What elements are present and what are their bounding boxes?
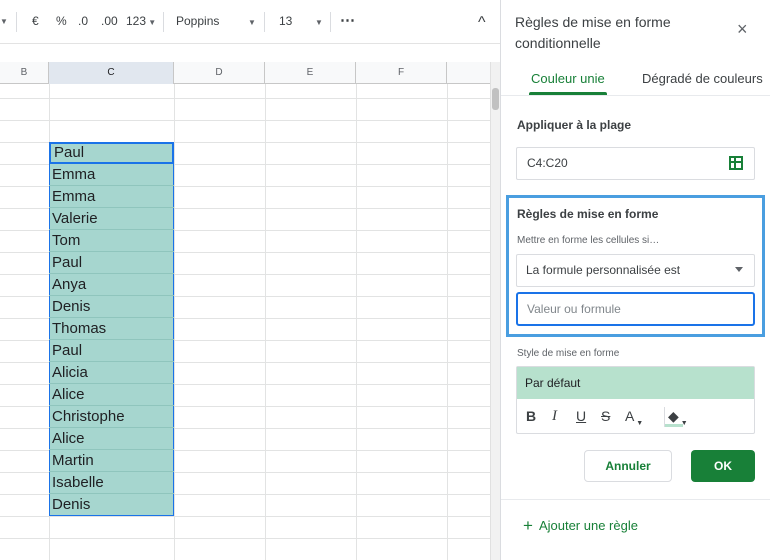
column-header-f[interactable]: F [356, 62, 447, 84]
apply-range-label: Appliquer à la plage [517, 118, 632, 132]
divider [501, 95, 770, 96]
chevron-down-icon[interactable]: ▼ [315, 18, 323, 27]
vertical-scrollbar[interactable] [490, 62, 500, 560]
column-headers: B C D E F [0, 62, 500, 84]
cell-c6[interactable]: Emma [49, 186, 174, 208]
chevron-down-icon: ▼ [634, 420, 644, 427]
style-preview[interactable]: Par défaut [517, 367, 754, 399]
cell-c14[interactable]: Alicia [49, 362, 174, 384]
more-formats-label: 123 [126, 14, 147, 28]
cell-c15[interactable]: Alice [49, 384, 174, 406]
toolbar-dropdown-caret[interactable]: ▼ [0, 13, 8, 27]
grid-line [0, 98, 490, 99]
conditional-format-panel: Règles de mise en forme conditionnelle ×… [500, 0, 770, 560]
cell-c19[interactable]: Isabelle [49, 472, 174, 494]
fill-color-swatch [665, 424, 683, 427]
toolbar-divider [264, 12, 265, 32]
column-header-e[interactable]: E [265, 62, 356, 84]
increase-decimals-label: .00 [101, 14, 118, 28]
cell-c8[interactable]: Tom [49, 230, 174, 252]
more-formats-button[interactable]: 123 ▼ [126, 14, 156, 28]
grid-line [174, 84, 175, 560]
rules-label: Règles de mise en forme [517, 207, 659, 221]
cell-c17[interactable]: Alice [49, 428, 174, 450]
text-color-icon: A [625, 408, 635, 424]
toolbar-divider [16, 12, 17, 32]
range-input[interactable]: C4:C20 [516, 147, 755, 180]
grid-line [0, 516, 490, 517]
add-rule-button[interactable]: + Ajouter une règle [523, 516, 638, 536]
grid-line [0, 538, 490, 539]
divider [501, 499, 770, 500]
cell-c13[interactable]: Paul [49, 340, 174, 362]
cell-c4[interactable]: Paul [49, 142, 174, 164]
cell-c9[interactable]: Paul [49, 252, 174, 274]
cell-c7[interactable]: Valerie [49, 208, 174, 230]
close-icon[interactable]: × [737, 20, 748, 38]
italic-button[interactable]: I [552, 408, 557, 424]
more-options-icon[interactable]: ⋯ [340, 11, 355, 29]
cell-c18[interactable]: Martin [49, 450, 174, 472]
grid-line [265, 84, 266, 560]
panel-title: Règles de mise en forme conditionnelle [515, 14, 671, 51]
underline-button[interactable]: U [576, 408, 586, 424]
collapse-toolbar-icon[interactable]: ^ [478, 14, 486, 32]
format-cells-if-label: Mettre en forme les cellules si… [517, 235, 660, 246]
cell-c11[interactable]: Denis [49, 296, 174, 318]
decrease-decimals-button[interactable]: .0 [78, 14, 88, 28]
paint-bucket-icon: ◆ [668, 408, 679, 424]
column-header-c[interactable]: C [49, 62, 174, 84]
bold-button[interactable]: B [526, 408, 536, 424]
toolbar: ▼ € % .0 .00 123 ▼ Poppins ▼ 13 ▼ ⋯ ^ [0, 0, 500, 44]
chevron-down-icon[interactable]: ▼ [248, 18, 256, 27]
font-size-select[interactable]: 13 [279, 14, 292, 28]
ok-button[interactable]: OK [691, 450, 755, 482]
grid-line [447, 84, 448, 560]
chevron-down-icon: ▼ [146, 18, 157, 27]
grid-line [356, 84, 357, 560]
add-rule-label: Ajouter une règle [538, 518, 638, 533]
formula-input[interactable]: Valeur ou formule [516, 292, 755, 326]
scrollbar-thumb[interactable] [492, 88, 499, 110]
plus-icon: + [523, 516, 533, 535]
text-color-button[interactable]: A ▼ [625, 408, 643, 432]
strikethrough-button[interactable]: S [601, 408, 610, 424]
grid-line [0, 120, 490, 121]
toolbar-divider [163, 12, 164, 32]
condition-select[interactable]: La formule personnalisée est [516, 254, 755, 287]
tab-solid-color[interactable]: Couleur unie [531, 71, 605, 86]
cell-c16[interactable]: Christophe [49, 406, 174, 428]
decrease-decimals-label: .0 [78, 14, 89, 28]
format-style-box: Par défaut B I U S A ▼ ◆ ▼ [516, 366, 755, 434]
increase-decimals-button[interactable]: .00 [101, 14, 118, 28]
percent-format-button[interactable]: % [56, 14, 67, 28]
column-header-d[interactable]: D [174, 62, 265, 84]
cell-c5[interactable]: Emma [49, 164, 174, 186]
select-range-grid-icon[interactable] [729, 156, 743, 170]
currency-format-button[interactable]: € [32, 14, 39, 28]
style-label: Style de mise en forme [517, 348, 620, 359]
cell-c10[interactable]: Anya [49, 274, 174, 296]
toolbar-divider [330, 12, 331, 32]
cell-c20[interactable]: Denis [49, 494, 174, 516]
tab-color-scale[interactable]: Dégradé de couleurs [642, 71, 763, 86]
font-family-select[interactable]: Poppins [176, 14, 219, 28]
column-header-b[interactable]: B [0, 62, 49, 84]
chevron-down-icon[interactable] [735, 267, 743, 272]
fill-color-button[interactable]: ◆ ▼ [668, 408, 688, 432]
spreadsheet-grid[interactable]: B C D E F Paul Emma Emma Valerie Tom Pau… [0, 62, 500, 560]
cancel-button[interactable]: Annuler [584, 450, 672, 482]
cell-c12[interactable]: Thomas [49, 318, 174, 340]
